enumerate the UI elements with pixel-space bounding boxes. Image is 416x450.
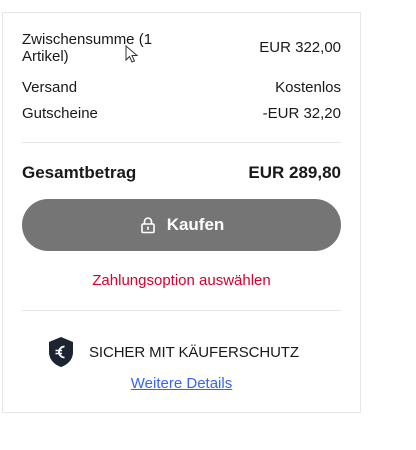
subtotal-row: Zwischensumme (1 Artikel) EUR 322,00	[22, 31, 341, 65]
subtotal-value: EUR 322,00	[259, 39, 341, 56]
buyer-protection-label: SICHER MIT KÄUFERSCHUTZ	[89, 343, 299, 361]
buy-button[interactable]: Kaufen	[22, 199, 341, 251]
shipping-label: Versand	[22, 79, 78, 96]
divider	[22, 142, 341, 143]
total-value: EUR 289,80	[248, 163, 341, 182]
vouchers-value: -EUR 32,20	[262, 105, 341, 122]
divider	[22, 310, 341, 311]
buy-button-label: Kaufen	[166, 215, 225, 234]
total-label: Gesamtbetrag	[22, 163, 137, 182]
order-summary-card: Zwischensumme (1 Artikel) EUR 322,00 Ver…	[2, 12, 361, 413]
subtotal-label: Zwischensumme (1 Artikel)	[22, 31, 153, 65]
vouchers-label: Gutscheine	[22, 105, 98, 122]
vouchers-row: Gutscheine -EUR 32,20	[22, 105, 341, 122]
lock-icon	[139, 216, 157, 234]
payment-option-prompt: Zahlungsoption auswählen	[92, 272, 271, 289]
shipping-row: Versand Kostenlos	[22, 79, 341, 96]
more-details-link[interactable]: Weitere Details	[3, 375, 360, 392]
total-row: Gesamtbetrag EUR 289,80	[22, 163, 341, 183]
euro-shield-icon	[47, 336, 75, 368]
shipping-value: Kostenlos	[275, 79, 341, 96]
buyer-protection: SICHER MIT KÄUFERSCHUTZ	[47, 336, 299, 368]
mouse-cursor-icon	[125, 45, 139, 63]
